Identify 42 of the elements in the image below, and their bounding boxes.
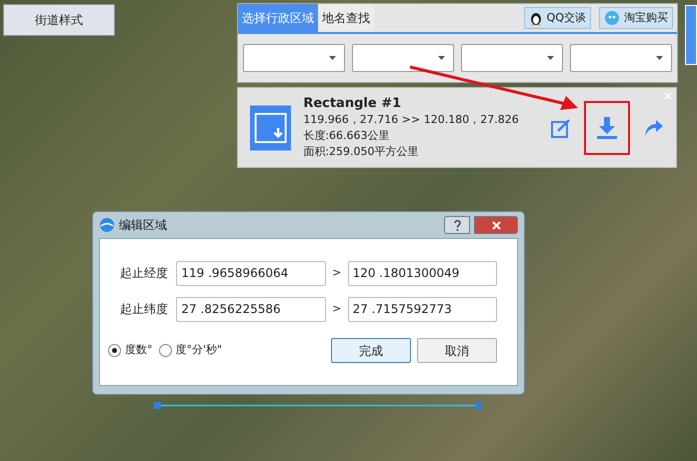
caret-icon (656, 56, 663, 60)
input-field[interactable]: 27 .8256225586 (176, 296, 326, 322)
map-style-button[interactable]: 街道样式 (3, 4, 115, 36)
radio-button[interactable] (158, 344, 172, 357)
caret-icon (438, 56, 445, 60)
dropdown[interactable] (461, 44, 563, 72)
app-logo-icon (99, 217, 115, 233)
shape-title: Rectangle #1 (303, 96, 402, 112)
field-label: 起止经度 (120, 265, 169, 282)
edit-icon[interactable] (550, 116, 572, 138)
dropdown[interactable] (570, 44, 672, 72)
radio-button[interactable] (108, 344, 121, 357)
dialog-button[interactable]: 取消 (417, 338, 497, 363)
link-button[interactable]: 淘宝购买 (599, 7, 673, 29)
download-icon[interactable] (594, 114, 620, 140)
radio-label: 度数° (125, 342, 152, 358)
shape-download-icon (250, 104, 292, 152)
link-button[interactable]: QQ交谈 (524, 7, 591, 29)
dialog-title: 编辑区域 (119, 217, 167, 234)
radio-label: 度°分'秒" (176, 342, 222, 358)
caret-icon (547, 56, 554, 60)
side-panel-edge (685, 5, 697, 65)
close-icon (492, 220, 500, 230)
caret-icon (329, 56, 336, 60)
input-field[interactable]: 119 .9658966064 (176, 260, 326, 286)
area-text: 面积:259.050平方公里 (303, 144, 420, 160)
input-field[interactable]: 120 .1801300049 (348, 260, 497, 286)
help-button[interactable] (444, 216, 470, 234)
field-label: 起止纬度 (120, 301, 169, 318)
dialog-button[interactable]: 完成 (331, 338, 411, 363)
close-button[interactable] (474, 216, 518, 234)
mascot-icon (604, 10, 620, 26)
tab[interactable]: 地名查找 (318, 4, 374, 32)
dropdown[interactable] (352, 44, 454, 72)
length-text: 长度:66.663公里 (303, 128, 391, 144)
input-field[interactable]: 27 .7157592773 (348, 296, 497, 322)
dropdown[interactable] (243, 44, 345, 72)
penguin-icon (528, 10, 543, 26)
separator-text: > (331, 300, 342, 317)
separator-text: > (331, 264, 342, 281)
coordinates-text: 119.966，27.716 >> 120.180，27.826 (303, 112, 520, 128)
help-icon (454, 220, 460, 230)
